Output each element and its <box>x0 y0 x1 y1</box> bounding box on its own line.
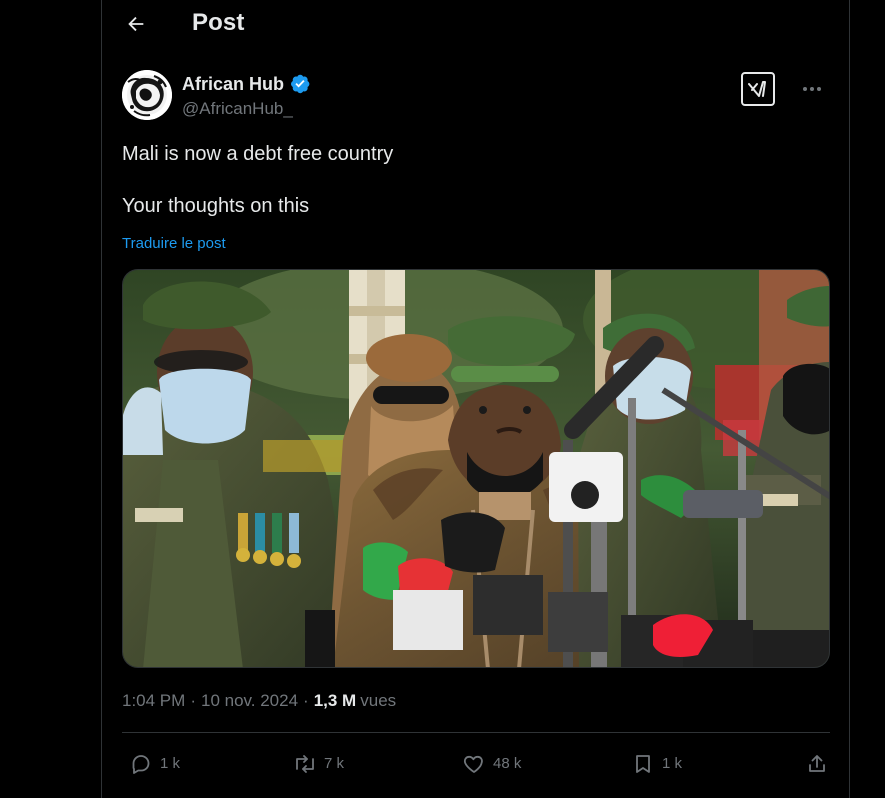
top-bar: Post <box>102 0 849 48</box>
soldiers-press-conference-photo <box>123 270 829 667</box>
heart-icon <box>461 751 487 777</box>
verified-badge-icon <box>291 74 310 94</box>
page-title: Post <box>192 9 245 36</box>
arrow-left-icon <box>128 16 144 32</box>
more-horizontal-icon <box>803 87 821 91</box>
bookmark-icon <box>630 751 656 777</box>
app-window: Post African Hub @AfricanHub_ Mali is no… <box>0 0 885 798</box>
author-name-row: African Hub <box>182 73 311 95</box>
back-button[interactable] <box>120 8 152 40</box>
post-text: Mali is now a debt free country Your tho… <box>122 143 394 217</box>
grok-icon <box>748 81 766 97</box>
share-icon <box>804 751 830 777</box>
avatar-image <box>122 70 172 120</box>
author-handle[interactable]: @AfricanHub_ <box>182 98 293 120</box>
post-time[interactable]: 1:04 PM <box>122 690 185 712</box>
post-column: Post African Hub @AfricanHub_ Mali is no… <box>101 0 850 798</box>
like-button[interactable]: 48 k <box>461 748 521 780</box>
views-label: vues <box>360 691 397 710</box>
repost-count: 7 k <box>324 755 345 772</box>
reply-button[interactable]: 1 k <box>128 748 180 780</box>
repost-icon <box>292 751 318 777</box>
post-actions: 1 k 7 k 48 k 1 k <box>122 748 830 780</box>
reply-icon <box>128 751 154 777</box>
bookmark-count: 1 k <box>662 755 683 772</box>
author-row: African Hub @AfricanHub_ <box>122 70 829 124</box>
avatar[interactable] <box>122 70 172 120</box>
post-media-image[interactable] <box>122 269 830 668</box>
author-name[interactable]: African Hub <box>182 73 284 95</box>
share-button[interactable] <box>804 748 830 780</box>
meta-separator: · <box>303 691 309 710</box>
grok-button[interactable] <box>741 72 775 106</box>
bookmark-button[interactable]: 1 k <box>630 748 682 780</box>
repost-button[interactable]: 7 k <box>292 748 344 780</box>
reply-count: 1 k <box>160 755 181 772</box>
actions-divider <box>122 732 830 733</box>
translate-link[interactable]: Traduire le post <box>122 234 226 254</box>
post-date[interactable]: 10 nov. 2024 <box>201 690 298 712</box>
more-button[interactable] <box>795 74 829 104</box>
meta-separator: · <box>190 691 196 710</box>
like-count: 48 k <box>493 755 522 772</box>
post-meta: 1:04 PM · 10 nov. 2024 · 1,3 M vues <box>122 689 396 713</box>
views-count[interactable]: 1,3 M <box>314 690 357 712</box>
